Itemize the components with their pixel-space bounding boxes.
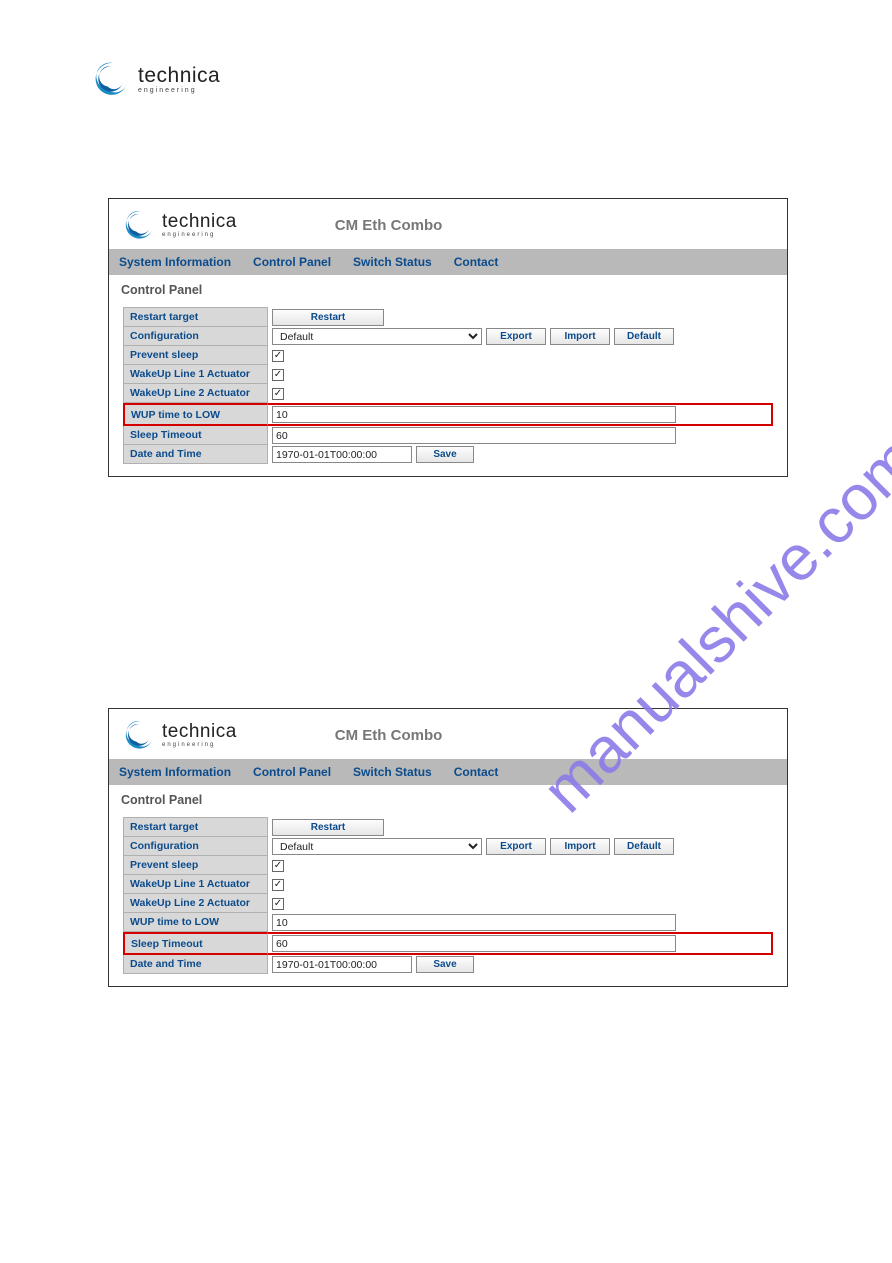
label-prevent-sleep: Prevent sleep xyxy=(123,856,268,875)
brand-tagline: engineering xyxy=(162,232,237,238)
wakeup-2-checkbox[interactable]: ✓ xyxy=(272,898,284,910)
configuration-select[interactable]: Default xyxy=(272,328,482,345)
nav-system-information[interactable]: System Information xyxy=(119,765,231,779)
nav-contact[interactable]: Contact xyxy=(454,255,499,269)
nav-switch-status[interactable]: Switch Status xyxy=(353,765,432,779)
wakeup-2-checkbox[interactable]: ✓ xyxy=(272,388,284,400)
app-title: CM Eth Combo xyxy=(255,217,775,234)
restart-button[interactable]: Restart xyxy=(272,309,384,326)
save-button[interactable]: Save xyxy=(416,956,474,973)
label-restart-target: Restart target xyxy=(123,307,268,327)
brand-name: technica xyxy=(138,65,220,86)
nav-control-panel[interactable]: Control Panel xyxy=(253,765,331,779)
panel-brand-logo: technica engineering xyxy=(121,207,237,243)
label-wup-low: WUP time to LOW xyxy=(123,403,268,426)
import-button[interactable]: Import xyxy=(550,838,610,855)
brand-swirl-icon xyxy=(90,58,132,100)
nav-contact[interactable]: Contact xyxy=(454,765,499,779)
label-sleep-timeout: Sleep Timeout xyxy=(123,426,268,445)
export-button[interactable]: Export xyxy=(486,328,546,345)
brand-name: technica xyxy=(162,212,237,231)
export-button[interactable]: Export xyxy=(486,838,546,855)
label-sleep-timeout: Sleep Timeout xyxy=(123,932,268,955)
nav-switch-status[interactable]: Switch Status xyxy=(353,255,432,269)
prevent-sleep-checkbox[interactable]: ✓ xyxy=(272,350,284,362)
label-configuration: Configuration xyxy=(123,327,268,346)
label-wakeup-1: WakeUp Line 1 Actuator xyxy=(123,875,268,894)
date-time-input[interactable] xyxy=(272,956,412,973)
restart-button[interactable]: Restart xyxy=(272,819,384,836)
app-title: CM Eth Combo xyxy=(255,727,775,744)
brand-swirl-icon xyxy=(121,717,157,753)
configuration-select[interactable]: Default xyxy=(272,838,482,855)
import-button[interactable]: Import xyxy=(550,328,610,345)
label-wakeup-2: WakeUp Line 2 Actuator xyxy=(123,384,268,403)
save-button[interactable]: Save xyxy=(416,446,474,463)
page-brand-logo: technica engineering xyxy=(90,58,220,100)
label-restart-target: Restart target xyxy=(123,817,268,837)
label-wakeup-1: WakeUp Line 1 Actuator xyxy=(123,365,268,384)
nav-control-panel[interactable]: Control Panel xyxy=(253,255,331,269)
wup-low-input[interactable] xyxy=(272,914,676,931)
default-button[interactable]: Default xyxy=(614,328,674,345)
label-wakeup-2: WakeUp Line 2 Actuator xyxy=(123,894,268,913)
default-button[interactable]: Default xyxy=(614,838,674,855)
panel-brand-logo: technica engineering xyxy=(121,717,237,753)
brand-swirl-icon xyxy=(121,207,157,243)
wup-low-input[interactable] xyxy=(272,406,676,423)
brand-tagline: engineering xyxy=(138,87,220,94)
wakeup-1-checkbox[interactable]: ✓ xyxy=(272,879,284,891)
brand-tagline: engineering xyxy=(162,742,237,748)
control-panel-screenshot-2: technica engineering CM Eth Combo System… xyxy=(108,708,788,987)
control-panel-screenshot-1: technica engineering CM Eth Combo System… xyxy=(108,198,788,477)
label-prevent-sleep: Prevent sleep xyxy=(123,346,268,365)
label-wup-low: WUP time to LOW xyxy=(123,913,268,932)
section-title: Control Panel xyxy=(109,785,787,811)
wakeup-1-checkbox[interactable]: ✓ xyxy=(272,369,284,381)
sleep-timeout-input[interactable] xyxy=(272,427,676,444)
label-date-time: Date and Time xyxy=(123,445,268,464)
label-date-time: Date and Time xyxy=(123,955,268,974)
date-time-input[interactable] xyxy=(272,446,412,463)
prevent-sleep-checkbox[interactable]: ✓ xyxy=(272,860,284,872)
label-configuration: Configuration xyxy=(123,837,268,856)
nav-bar: System Information Control Panel Switch … xyxy=(109,249,787,275)
brand-name: technica xyxy=(162,722,237,741)
section-title: Control Panel xyxy=(109,275,787,301)
sleep-timeout-input[interactable] xyxy=(272,935,676,952)
nav-bar: System Information Control Panel Switch … xyxy=(109,759,787,785)
nav-system-information[interactable]: System Information xyxy=(119,255,231,269)
